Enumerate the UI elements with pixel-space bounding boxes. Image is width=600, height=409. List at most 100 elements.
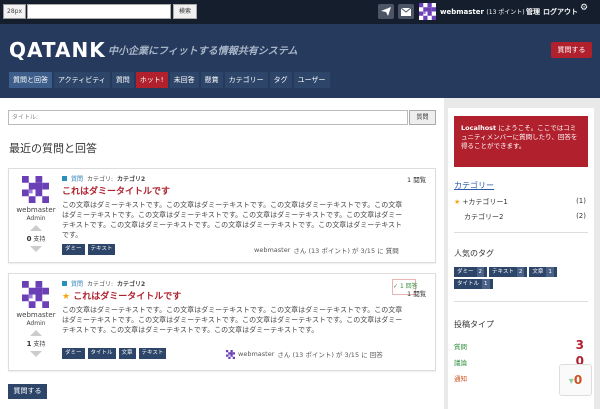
nav-bounty[interactable]: 懸賞 [200,72,223,88]
category-item[interactable]: ★ +カテゴリー1 (1) [454,197,588,207]
nav-questions[interactable]: 質問 [111,72,134,88]
nav-hot[interactable]: ホット! [135,72,168,88]
category-label: カテゴリ: [87,281,114,288]
divider [454,301,588,302]
tag-label: タイトル [457,281,480,287]
tag-count: 1 [546,267,554,277]
header-ask-button[interactable]: 質問する [551,42,592,58]
vote-up-icon[interactable] [30,330,42,336]
footer-text: さん (13 ポイント) が 3/15 に 回答 [277,351,383,359]
categories-heading[interactable]: カテゴリー [454,180,494,191]
category-item[interactable]: カテゴリー2 (2) [454,212,588,222]
question-type: 質問 [71,176,84,183]
site-header: QATANK 中小企業にフィットする情報共有システム 質問する 質問と回答 アク… [0,24,600,98]
send-icon[interactable] [378,4,394,19]
post-types-heading: 投稿タイプ [454,320,494,329]
question-type-icon [62,176,67,181]
question-item: webmaster Admin 1 支持 質問 カテゴリ: カテゴリ2 ✓ 1 … [8,273,436,371]
user-points: (13 ポイント) [486,9,525,16]
user-avatar[interactable] [418,3,437,20]
post-type-question[interactable]: 質問 3 [454,338,588,352]
question-body: この文章はダミーテキストです。この文章はダミーテキストです。この文章はダミーテキ… [62,306,403,334]
tag[interactable]: ダミー [62,348,85,359]
question-type: 質問 [71,281,84,288]
author-avatar[interactable] [22,175,49,204]
search-input[interactable] [27,4,171,19]
tag[interactable]: ダミー [62,244,85,255]
mail-icon[interactable] [398,4,414,19]
vote-count: 0 支持 [19,234,53,243]
site-logo[interactable]: 28px [3,4,26,19]
nav-activity[interactable]: アクティビティ [54,72,110,88]
tag[interactable]: テキスト [138,348,167,359]
category-count: (1) [576,197,586,205]
main-content: タイトル: 質問 最近の質問と回答 webmaster Admin 0 支持 質… [0,98,444,409]
ask-question-button[interactable]: 質問する [8,384,47,399]
view-count: 1 閲覧 [407,176,427,184]
tag-label: テキスト [492,269,514,275]
popular-tags-heading: 人気のタグ [454,249,494,258]
popular-tag[interactable]: タイトル 1 [454,279,493,289]
question-title[interactable]: これはダミータイトルです [62,184,170,197]
popular-tag[interactable]: 文章 1 [529,267,557,277]
tag[interactable]: テキスト [87,244,116,255]
author-role: Admin [26,320,46,327]
nav-unanswered[interactable]: 未回答 [169,72,199,88]
check-icon: ✓ [393,283,399,290]
category-label: カテゴリー2 [464,213,504,221]
user-name[interactable]: webmaster (13 ポイント) [440,7,525,16]
settings-icon[interactable]: ⚙ [580,3,588,13]
author-avatar[interactable] [22,280,49,309]
question-title-text: これはダミータイトルです [73,292,182,302]
logout-link[interactable]: ログアウト [543,7,578,17]
top-bar: 28px 検索 webmaster (13 ポイント) 管理 ログアウト ⚙ [0,0,600,24]
main-nav: 質問と回答 アクティビティ 質問 ホット! 未回答 懸賞 カテゴリー タグ ユー… [9,72,330,88]
author-name[interactable]: webmaster [14,206,58,214]
nav-tags[interactable]: タグ [269,72,292,88]
tag-count: 1 [482,279,490,289]
post-type-label: 通知 [454,375,467,383]
category-link[interactable]: カテゴリ2 [117,174,145,183]
answerer-avatar[interactable] [226,349,235,359]
scroll-top-button[interactable]: ▾0 [559,364,592,396]
page-title: 最近の質問と回答 [9,142,97,155]
nav-users[interactable]: ユーザー [293,72,330,88]
question-meta: 質問 カテゴリ: カテゴリ2 [62,174,145,183]
category-label: +カテゴリー1 [462,198,508,206]
question-footer: webmaster さん (13 ポイント) が 3/15 に 回答 [226,349,383,359]
vote-down-icon[interactable] [30,351,42,357]
vote-down-icon[interactable] [30,246,42,252]
question-body: この文章はダミーテキストです。この文章はダミーテキストです。この文章はダミーテキ… [62,201,403,239]
question-submit-button[interactable]: 質問 [409,110,436,125]
category-label: カテゴリ: [87,176,114,183]
popular-tags: ダミー 2 テキスト 2 文章 1 タイトル 1 [454,267,588,289]
question-footer: webmaster さん (13 ポイント) が 3/15 に 質問 [254,245,399,255]
question-title-input[interactable]: タイトル: [8,110,408,125]
view-count: 1 閲覧 [407,290,427,298]
popular-tag[interactable]: テキスト 2 [489,267,528,277]
site-title[interactable]: QATANK [9,38,106,62]
footer-user[interactable]: webmaster [238,350,274,358]
nav-questions-answers[interactable]: 質問と回答 [9,72,52,88]
search-button[interactable]: 検索 [173,4,197,19]
post-type-count: 3 [575,338,584,352]
tag[interactable]: タイトル [87,348,116,359]
footer-user[interactable]: webmaster [254,246,290,254]
category-star-icon: ★ [454,198,461,206]
footer-text: さん (13 ポイント) が 3/15 に 質問 [293,247,399,255]
popular-tag[interactable]: ダミー 2 [454,267,488,277]
nav-categories[interactable]: カテゴリー [224,72,268,88]
tag[interactable]: 文章 [118,348,136,359]
question-type-icon [62,281,67,286]
vote-up-icon[interactable] [30,225,42,231]
welcome-site-name: Localhost [461,124,497,132]
author-name[interactable]: webmaster [14,311,58,319]
tag-label: ダミー [457,269,474,275]
vote-number: 0 [26,235,32,243]
admin-link[interactable]: 管理 [526,7,540,17]
post-type-label: 質問 [454,343,467,351]
tag-count: 2 [516,267,525,277]
question-title[interactable]: ★ これはダミータイトルです [62,289,181,302]
category-link[interactable]: カテゴリ2 [117,279,145,288]
vote-number: 1 [26,340,32,348]
